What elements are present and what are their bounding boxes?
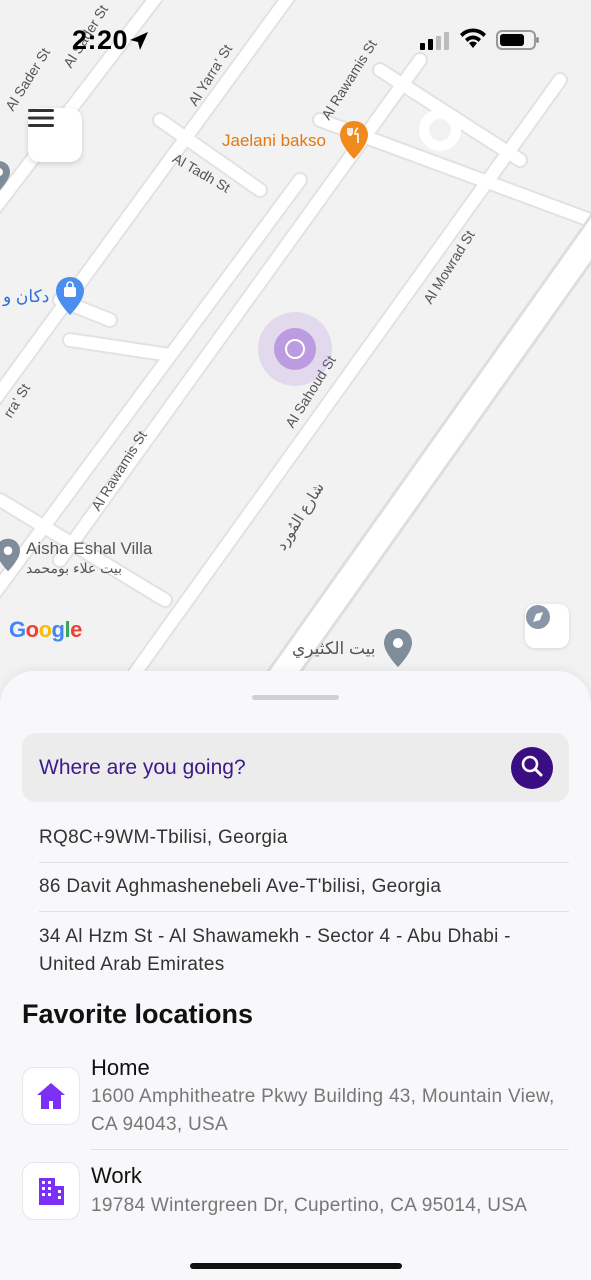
- favorite-name: Home: [91, 1055, 150, 1080]
- recent-location-item[interactable]: RQ8C+9WM-Tbilisi, Georgia: [39, 824, 569, 852]
- google-logo: Google: [9, 617, 82, 642]
- recent-location-item[interactable]: 34 Al Hzm St - Al Shawamekh - Sector 4 -…: [39, 923, 569, 979]
- battery-icon: [496, 30, 540, 55]
- poi-label-shop[interactable]: دكان و: [3, 287, 49, 307]
- destination-search-input[interactable]: Where are you going?: [22, 733, 569, 802]
- home-icon: [22, 1067, 80, 1125]
- favorites-heading: Favorite locations: [22, 999, 254, 1029]
- cellular-signal-icon: [420, 32, 450, 55]
- divider: [39, 911, 569, 912]
- poi-label-aisha-villa[interactable]: Aisha Eshal Villa: [26, 539, 152, 559]
- bottom-sheet: Where are you going? RQ8C+9WM-Tbilisi, G…: [0, 671, 591, 1280]
- favorite-address: 19784 Wintergreen Dr, Cupertino, CA 9501…: [91, 1195, 528, 1216]
- poi-label-aisha-villa-arabic: بيت علاء بومحمد: [26, 560, 123, 576]
- current-location-marker: [258, 312, 332, 386]
- divider: [39, 862, 569, 863]
- favorite-name: Work: [91, 1163, 142, 1188]
- status-time: 2:20: [72, 25, 129, 55]
- search-placeholder: Where are you going?: [39, 756, 246, 779]
- menu-button[interactable]: [28, 108, 82, 162]
- map-view[interactable]: Al Sader St Al Sader St Al Yarra' St Al …: [0, 0, 591, 700]
- status-bar: 2:20: [0, 0, 591, 80]
- divider: [91, 1149, 569, 1150]
- search-icon: [520, 754, 544, 783]
- building-icon: [22, 1162, 80, 1220]
- compass-button[interactable]: [525, 604, 569, 648]
- search-button[interactable]: [511, 747, 553, 789]
- wifi-icon: [459, 28, 487, 55]
- location-arrow-icon: [128, 30, 150, 57]
- poi-label-jaelani-bakso[interactable]: Jaelani bakso: [222, 131, 326, 151]
- favorite-address: 1600 Amphitheatre Pkwy Building 43, Moun…: [91, 1086, 555, 1135]
- recent-location-item[interactable]: 86 Davit Aghmashenebeli Ave-T'bilisi, Ge…: [39, 873, 569, 901]
- home-indicator: [190, 1263, 402, 1269]
- sheet-drag-handle[interactable]: [252, 695, 339, 700]
- poi-label-bait-al-kathiri[interactable]: بيت الكثيري: [292, 639, 376, 659]
